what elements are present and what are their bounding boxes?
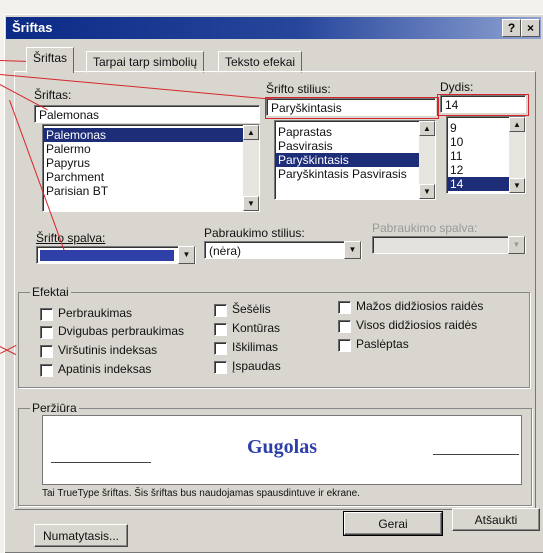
font-style-label: Šrifto stilius: xyxy=(266,82,331,96)
engrave-checkbox[interactable] xyxy=(214,361,227,374)
font-option[interactable]: Palemonas xyxy=(43,128,259,142)
annotation-size-box xyxy=(437,94,529,116)
underline-color-select[interactable] xyxy=(372,236,526,254)
font-size-list[interactable]: 9 10 11 12 14 ▲ ▼ xyxy=(446,116,526,194)
tab-text-effects[interactable]: Teksto efekai xyxy=(218,51,303,73)
chevron-down-icon[interactable]: ▼ xyxy=(344,241,361,259)
size-list-scrollbar[interactable]: ▲ ▼ xyxy=(509,117,525,193)
font-list[interactable]: Palemonas Palermo Papyrus Parchment Pari… xyxy=(42,124,260,212)
small-caps-checkbox[interactable] xyxy=(338,301,351,314)
close-button[interactable]: × xyxy=(521,19,540,37)
effects-label: Efektai xyxy=(30,285,71,299)
font-list-scrollbar[interactable]: ▲ ▼ xyxy=(243,125,259,211)
underline-color-label: Pabraukimo spalva: xyxy=(372,221,478,235)
font-option[interactable]: Parisian BT xyxy=(43,184,259,198)
font-option[interactable]: Parchment xyxy=(43,170,259,184)
outline-checkbox[interactable] xyxy=(214,323,227,336)
all-caps-label: Visos didžiosios raidės xyxy=(356,318,478,332)
font-style-list[interactable]: Paprastas Pasvirasis Paryškintasis Paryš… xyxy=(274,120,436,200)
chevron-down-icon[interactable]: ▼ xyxy=(508,236,525,254)
font-name-input[interactable]: Palemonas xyxy=(34,105,260,123)
font-option[interactable]: Palermo xyxy=(43,142,259,156)
preview-label: Peržiūra xyxy=(30,401,79,415)
style-option[interactable]: Paryškintasis xyxy=(275,153,435,167)
underline-style-label: Pabraukimo stilius: xyxy=(204,226,305,240)
emboss-checkbox[interactable] xyxy=(214,342,227,355)
scroll-up-icon[interactable]: ▲ xyxy=(243,125,259,140)
hidden-label: Paslėptas xyxy=(356,337,409,351)
style-option[interactable]: Paprastas xyxy=(275,125,435,139)
tab-character-spacing[interactable]: Tarpai tarp simbolių xyxy=(86,51,205,73)
font-color-select[interactable] xyxy=(36,246,196,264)
hidden-checkbox[interactable] xyxy=(338,339,351,352)
ok-button[interactable]: Gerai xyxy=(343,511,443,536)
scroll-down-icon[interactable]: ▼ xyxy=(243,196,259,211)
font-size-label: Dydis: xyxy=(440,80,474,94)
help-button[interactable]: ? xyxy=(502,19,521,37)
all-caps-checkbox[interactable] xyxy=(338,320,351,333)
subscript-label: Apatinis indeksas xyxy=(58,362,152,376)
shadow-label: Šešėlis xyxy=(232,302,271,316)
strikethrough-label: Perbraukimas xyxy=(58,306,133,320)
scroll-down-icon[interactable]: ▼ xyxy=(509,178,525,193)
dialog-title: Šriftas xyxy=(12,20,53,35)
cancel-button[interactable]: Atšaukti xyxy=(452,508,540,531)
preview-sample-text: Gugolas xyxy=(246,436,318,458)
title-bar: Šriftas ? × xyxy=(6,17,541,39)
subscript-checkbox[interactable] xyxy=(40,364,53,377)
scroll-up-icon[interactable]: ▲ xyxy=(419,121,435,136)
double-strikethrough-checkbox[interactable] xyxy=(40,326,53,339)
font-color-swatch xyxy=(40,250,174,261)
scroll-down-icon[interactable]: ▼ xyxy=(419,184,435,199)
underline-style-select[interactable]: (nėra) xyxy=(204,241,362,259)
annotation-style-box xyxy=(265,97,439,119)
engrave-label: Įspaudas xyxy=(232,359,281,373)
double-strikethrough-label: Dvigubas perbraukimas xyxy=(58,324,185,338)
small-caps-label: Mažos didžiosios raidės xyxy=(356,299,484,313)
superscript-checkbox[interactable] xyxy=(40,345,53,358)
font-option[interactable]: Papyrus xyxy=(43,156,259,170)
chevron-down-icon[interactable]: ▼ xyxy=(178,246,195,264)
style-option[interactable]: Pasvirasis xyxy=(275,139,435,153)
font-color-label: Šrifto spalva: xyxy=(36,231,106,245)
font-label: Šriftas: xyxy=(34,88,72,102)
outline-label: Kontūras xyxy=(232,321,281,335)
preview-baseline-left xyxy=(51,462,151,463)
font-info-text: Tai TrueType šriftas. Šis šriftas bus na… xyxy=(42,488,360,499)
preview-box: Gugolas xyxy=(42,415,522,485)
shadow-checkbox[interactable] xyxy=(214,304,227,317)
default-button[interactable]: Numatytasis... xyxy=(34,524,128,547)
scroll-up-icon[interactable]: ▲ xyxy=(509,117,525,132)
tab-font[interactable]: Šriftas xyxy=(26,47,75,73)
style-option[interactable]: Paryškintasis Pasvirasis xyxy=(275,167,435,181)
emboss-label: Iškilimas xyxy=(232,340,279,354)
strikethrough-checkbox[interactable] xyxy=(40,308,53,321)
superscript-label: Viršutinis indeksas xyxy=(58,343,158,357)
style-list-scrollbar[interactable]: ▲ ▼ xyxy=(419,121,435,199)
